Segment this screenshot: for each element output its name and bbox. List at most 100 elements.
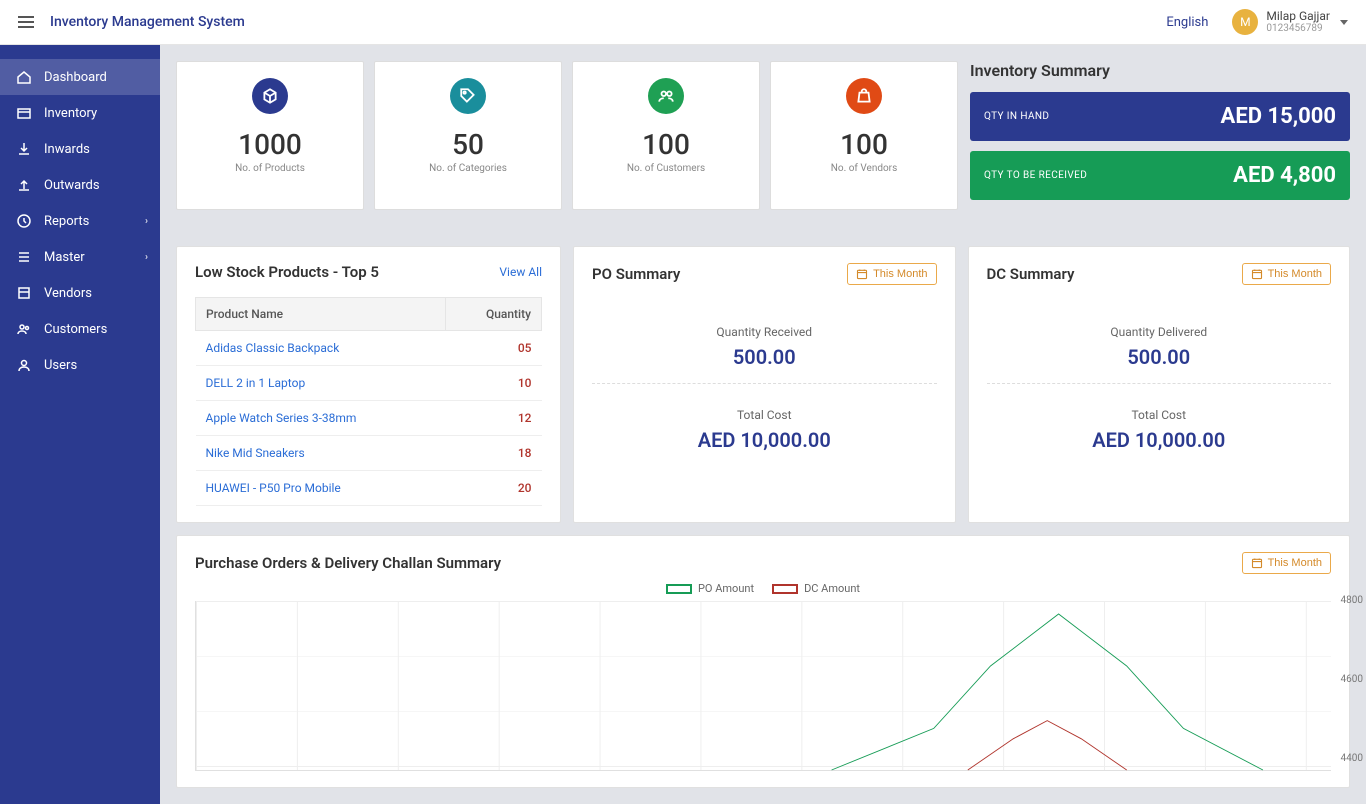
table-row[interactable]: DELL 2 in 1 Laptop10 — [196, 366, 542, 401]
view-all-link[interactable]: View All — [499, 265, 542, 279]
avatar[interactable]: M — [1232, 9, 1258, 35]
po-filter-button[interactable]: This Month — [847, 263, 936, 285]
sidebar-item-label: Dashboard — [44, 70, 107, 85]
user-name: Milap Gajjar — [1266, 9, 1330, 23]
user-id: 0123456789 — [1266, 23, 1330, 35]
chevron-right-icon: › — [145, 216, 148, 227]
sidebar-item-inwards[interactable]: Inwards — [0, 131, 160, 167]
product-name: Apple Watch Series 3-38mm — [196, 401, 446, 436]
product-name: Adidas Classic Backpack — [196, 331, 446, 366]
low-stock-title: Low Stock Products - Top 5 — [195, 263, 379, 281]
y-tick: 4600 — [1341, 674, 1363, 685]
chart-title: Purchase Orders & Delivery Challan Summa… — [195, 554, 501, 572]
box-icon — [16, 105, 32, 121]
qty-in-hand-box: QTY IN HAND AED 15,000 — [970, 92, 1350, 141]
calendar-icon — [1251, 268, 1263, 280]
tag-icon — [450, 78, 486, 114]
po-qty-label: Quantity Received — [592, 325, 937, 339]
dc-cost-label: Total Cost — [987, 408, 1332, 422]
sidebar-item-label: Master — [44, 250, 85, 265]
product-name: Nike Mid Sneakers — [196, 436, 446, 471]
dc-filter-button[interactable]: This Month — [1242, 263, 1331, 285]
sidebar-item-users[interactable]: Users — [0, 347, 160, 383]
stat-value: 1000 — [185, 128, 355, 161]
users-icon — [16, 321, 32, 337]
qty-to-receive-box: QTY TO BE RECEIVED AED 4,800 — [970, 151, 1350, 200]
product-qty: 05 — [445, 331, 541, 366]
menu-toggle[interactable] — [18, 16, 34, 28]
dc-summary-panel: DC Summary This Month Quantity Delivered… — [968, 246, 1351, 523]
product-qty: 18 — [445, 436, 541, 471]
users-icon — [648, 78, 684, 114]
product-name: HUAWEI - P50 Pro Mobile — [196, 471, 446, 506]
po-cost-label: Total Cost — [592, 408, 937, 422]
chart-filter-button[interactable]: This Month — [1242, 552, 1331, 574]
chevron-down-icon[interactable] — [1340, 20, 1348, 25]
stat-label: No. of Customers — [581, 163, 751, 174]
chart-series-dc-amount — [968, 721, 1127, 770]
sidebar-item-vendors[interactable]: Vendors — [0, 275, 160, 311]
clock-icon — [16, 213, 32, 229]
stat-card-users: 100 No. of Customers — [572, 61, 760, 210]
calendar-icon — [856, 268, 868, 280]
sidebar-item-reports[interactable]: Reports › — [0, 203, 160, 239]
legend-swatch — [772, 584, 798, 594]
chevron-right-icon: › — [145, 252, 148, 263]
qty-in-hand-label: QTY IN HAND — [984, 111, 1049, 122]
stat-label: No. of Products — [185, 163, 355, 174]
app-title: Inventory Management System — [50, 14, 245, 30]
qty-to-receive-label: QTY TO BE RECEIVED — [984, 170, 1087, 181]
po-qty-value: 500.00 — [592, 345, 937, 369]
stat-label: No. of Categories — [383, 163, 553, 174]
sidebar: DashboardInventoryInwardsOutwardsReports… — [0, 45, 160, 804]
stat-value: 100 — [581, 128, 751, 161]
sidebar-item-master[interactable]: Master › — [0, 239, 160, 275]
list-icon — [16, 249, 32, 265]
po-summary-panel: PO Summary This Month Quantity Received … — [573, 246, 956, 523]
dc-qty-value: 500.00 — [987, 345, 1332, 369]
chart-area: 480046004400 — [195, 601, 1331, 771]
sidebar-item-label: Reports — [44, 214, 89, 229]
sidebar-item-label: Users — [44, 358, 77, 373]
sidebar-item-label: Inventory — [44, 106, 97, 121]
user-icon — [16, 357, 32, 373]
sidebar-item-inventory[interactable]: Inventory — [0, 95, 160, 131]
product-qty: 12 — [445, 401, 541, 436]
col-quantity: Quantity — [445, 298, 541, 331]
dc-qty-label: Quantity Delivered — [987, 325, 1332, 339]
stat-value: 100 — [779, 128, 949, 161]
sidebar-item-customers[interactable]: Customers — [0, 311, 160, 347]
sidebar-item-dashboard[interactable]: Dashboard — [0, 59, 160, 95]
sidebar-item-outwards[interactable]: Outwards — [0, 167, 160, 203]
home-icon — [16, 69, 32, 85]
qty-in-hand-value: AED 15,000 — [1221, 104, 1336, 129]
bag-icon — [846, 78, 882, 114]
table-row[interactable]: Adidas Classic Backpack05 — [196, 331, 542, 366]
chart-series-po-amount — [832, 614, 1263, 770]
sidebar-item-label: Vendors — [44, 286, 92, 301]
upload-icon — [16, 177, 32, 193]
stat-value: 50 — [383, 128, 553, 161]
legend-swatch — [666, 584, 692, 594]
stat-label: No. of Vendors — [779, 163, 949, 174]
dc-summary-title: DC Summary — [987, 265, 1075, 283]
product-name: DELL 2 in 1 Laptop — [196, 366, 446, 401]
col-product-name: Product Name — [196, 298, 446, 331]
low-stock-panel: Low Stock Products - Top 5 View All Prod… — [176, 246, 561, 523]
table-row[interactable]: Apple Watch Series 3-38mm12 — [196, 401, 542, 436]
table-row[interactable]: Nike Mid Sneakers18 — [196, 436, 542, 471]
sidebar-item-label: Inwards — [44, 142, 90, 157]
legend-item: DC Amount — [772, 582, 860, 595]
stat-card-cube: 1000 No. of Products — [176, 61, 364, 210]
inventory-summary-title: Inventory Summary — [970, 61, 1350, 80]
product-qty: 10 — [445, 366, 541, 401]
user-info: Milap Gajjar 0123456789 — [1266, 9, 1330, 35]
low-stock-table: Product Name Quantity Adidas Classic Bac… — [195, 297, 542, 506]
stat-card-tag: 50 No. of Categories — [374, 61, 562, 210]
package-icon — [16, 285, 32, 301]
download-icon — [16, 141, 32, 157]
calendar-icon — [1251, 557, 1263, 569]
legend-item: PO Amount — [666, 582, 754, 595]
language-selector[interactable]: English — [1166, 15, 1208, 30]
table-row[interactable]: HUAWEI - P50 Pro Mobile20 — [196, 471, 542, 506]
